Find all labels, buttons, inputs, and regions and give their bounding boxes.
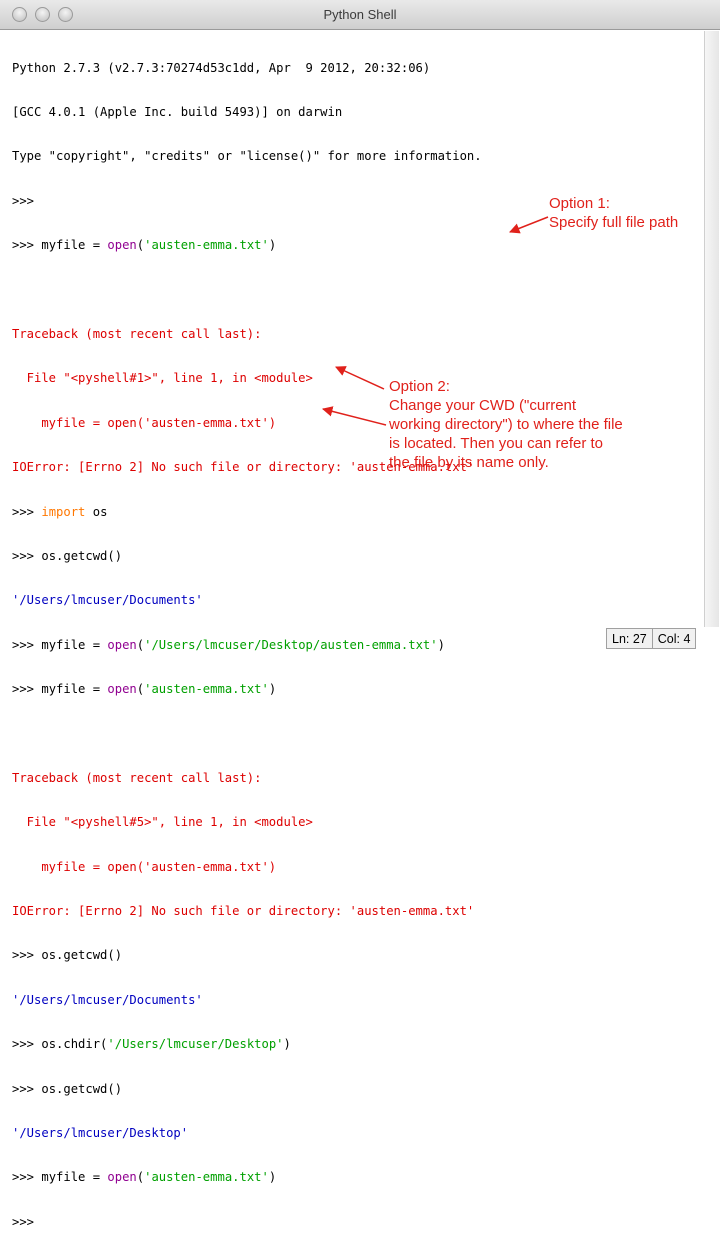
- string-literal: 'austen-emma.txt': [144, 238, 269, 253]
- shell-line: >>> myfile = open('/Users/lmcuser/Deskto…: [12, 637, 445, 652]
- traceback-line: File "<pyshell#5>", line 1, in <module>: [12, 815, 313, 830]
- code-text: os.getcwd(): [41, 1081, 123, 1096]
- error-line: IOError: [Errno 2] No such file or direc…: [12, 904, 475, 919]
- prompt: >>>: [12, 504, 42, 519]
- code-text: os.getcwd(): [41, 948, 123, 963]
- output-line: '/Users/lmcuser/Documents': [12, 992, 203, 1007]
- status-bar: Ln: 27 Col: 4: [606, 628, 697, 649]
- title-bar: Python Shell: [0, 0, 720, 30]
- string-literal: '/Users/lmcuser/Desktop/austen-emma.txt': [144, 637, 438, 652]
- annotation-text: Change your CWD ("current: [389, 397, 577, 414]
- builtin-open: open: [107, 238, 137, 253]
- annotation-option2: Option 2: Change your CWD ("current work…: [389, 377, 623, 472]
- annotation-title: Option 1:: [549, 195, 610, 212]
- output-line: '/Users/lmcuser/Documents': [12, 593, 203, 608]
- code-text: os: [85, 504, 108, 519]
- prompt: >>>: [12, 637, 42, 652]
- shell-line: >>> os.getcwd(): [12, 1082, 702, 1097]
- traceback-line: myfile = open('austen-emma.txt'): [12, 859, 277, 874]
- annotation-text: Specify full file path: [549, 214, 679, 231]
- status-line: Ln: 27: [612, 631, 647, 646]
- keyword-import: import: [41, 504, 86, 519]
- prompt: >>>: [12, 948, 42, 963]
- builtin-open: open: [107, 637, 137, 652]
- code-text: myfile =: [41, 238, 108, 253]
- code-text: myfile =: [41, 637, 108, 652]
- builtin-open: open: [107, 1170, 137, 1185]
- shell-line: >>> os.getcwd(): [12, 549, 702, 564]
- prompt: >>>: [12, 1170, 42, 1185]
- prompt: >>>: [12, 548, 42, 563]
- annotation-title: Option 2:: [389, 378, 450, 395]
- annotation-text: the file by its name only.: [389, 454, 549, 471]
- shell-text-area[interactable]: Python 2.7.3 (v2.7.3:70274d53c1dd, Apr 9…: [12, 31, 702, 1229]
- shell-header-line: [GCC 4.0.1 (Apple Inc. build 5493)] on d…: [12, 104, 343, 119]
- vertical-scrollbar[interactable]: [704, 31, 719, 627]
- prompt: >>>: [12, 1037, 42, 1052]
- string-literal: 'austen-emma.txt': [144, 682, 269, 697]
- prompt: >>>: [12, 193, 42, 208]
- traceback-line: Traceback (most recent call last):: [12, 770, 262, 785]
- shell-line: >>> myfile = open('austen-emma.txt'): [12, 682, 277, 697]
- shell-line: >>> import os: [12, 505, 702, 520]
- code-text: myfile =: [41, 1170, 108, 1185]
- shell-line-current[interactable]: >>>: [12, 1215, 702, 1230]
- code-text: myfile =: [41, 682, 108, 697]
- string-literal: 'austen-emma.txt': [144, 1170, 269, 1185]
- string-literal: '/Users/lmcuser/Desktop': [107, 1037, 284, 1052]
- code-text: os.getcwd(): [41, 548, 123, 563]
- python-shell-window: Python Shell Python 2.7.3 (v2.7.3:70274d…: [0, 0, 720, 1229]
- shell-line: >>> myfile = open('austen-emma.txt'): [12, 1170, 277, 1185]
- shell-line: >>> os.chdir('/Users/lmcuser/Desktop'): [12, 1037, 291, 1052]
- prompt: >>>: [12, 238, 42, 253]
- annotation-option1: Option 1: Specify full file path: [549, 194, 678, 232]
- shell-line: >>> os.getcwd(): [12, 948, 702, 963]
- shell-line: >>> myfile = open('austen-emma.txt'): [12, 238, 277, 253]
- prompt: >>>: [12, 1214, 42, 1229]
- builtin-open: open: [107, 682, 137, 697]
- annotation-text: working directory") to where the file: [389, 416, 623, 433]
- shell-header-line: Type "copyright", "credits" or "license(…: [12, 149, 482, 164]
- status-col: Col: 4: [657, 631, 691, 646]
- shell-header-line: Python 2.7.3 (v2.7.3:70274d53c1dd, Apr 9…: [12, 60, 431, 75]
- prompt: >>>: [12, 682, 42, 697]
- output-line: '/Users/lmcuser/Desktop': [12, 1125, 189, 1140]
- code-text: os.chdir(: [41, 1037, 108, 1052]
- traceback-line: Traceback (most recent call last):: [12, 326, 262, 341]
- annotation-text: is located. Then you can refer to: [389, 435, 604, 452]
- prompt: >>>: [12, 1081, 42, 1096]
- window-title: Python Shell: [323, 7, 397, 22]
